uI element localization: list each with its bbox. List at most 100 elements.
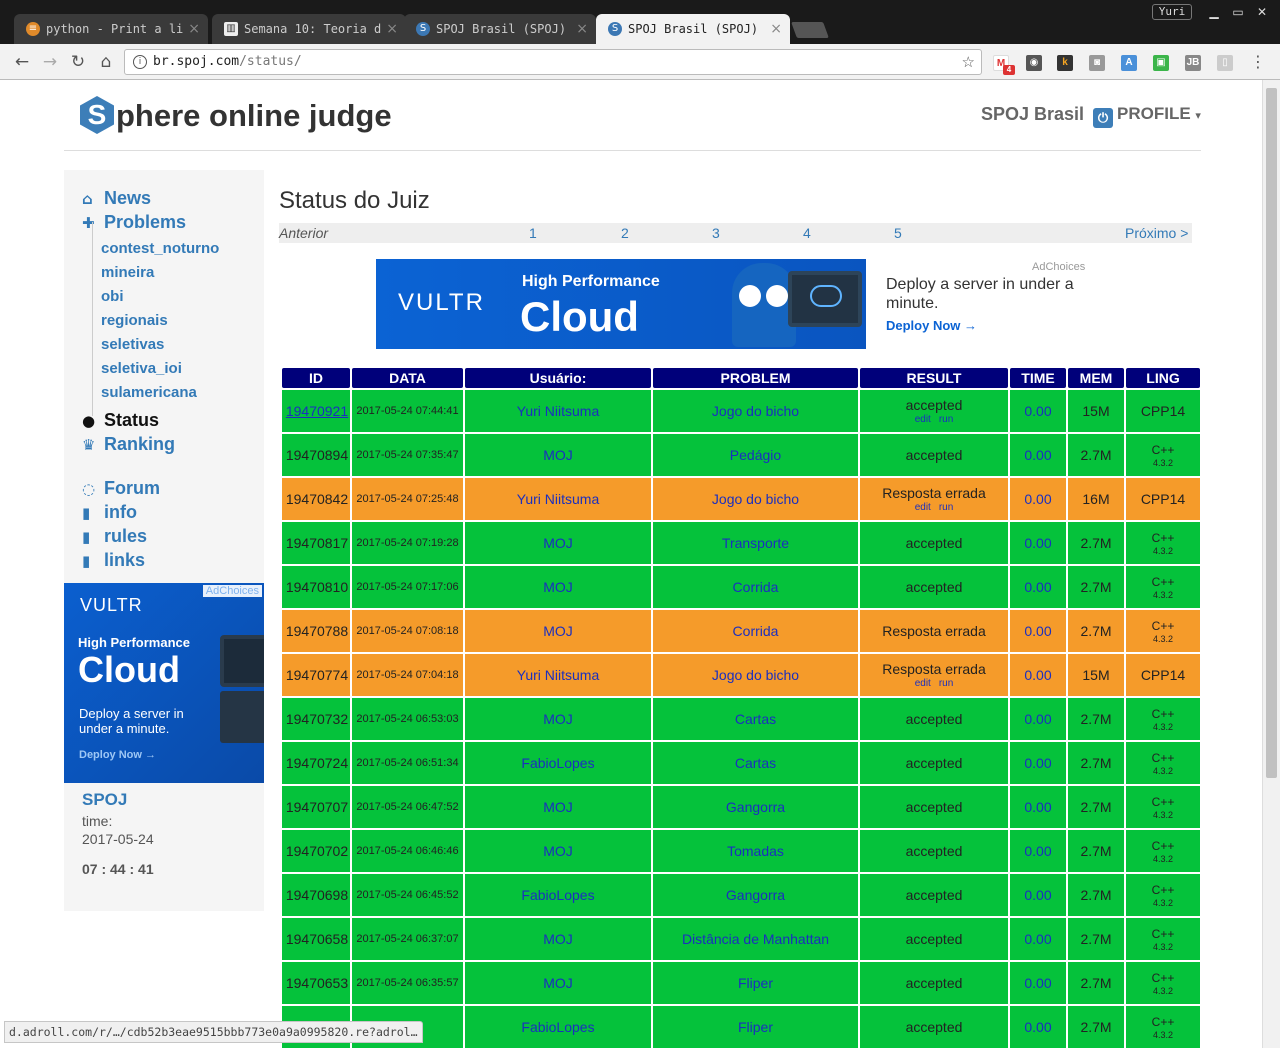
reload-icon[interactable]: ↻	[66, 50, 90, 74]
submission-id[interactable]: 19470698	[282, 874, 350, 916]
edit-link[interactable]: edit	[915, 502, 931, 513]
top-ad-banner[interactable]: VULTR High Performance Cloud AdChoices D…	[376, 259, 1104, 349]
edit-link[interactable]: edit	[915, 414, 931, 425]
submission-problem[interactable]: Cartas	[653, 742, 858, 784]
tab-spoj-active[interactable]: S SPOJ Brasil (SPOJ) ×	[596, 14, 790, 44]
submission-problem[interactable]: Pedágio	[653, 434, 858, 476]
maximize-icon[interactable]: ▭	[1228, 4, 1248, 20]
submission-id[interactable]: 19470707	[282, 786, 350, 828]
bookmark-star-icon[interactable]: ☆	[962, 50, 975, 74]
subnav-obi[interactable]: obi	[101, 288, 124, 305]
pager-page-4[interactable]: 4	[803, 225, 811, 241]
submission-user[interactable]: MOJ	[465, 786, 651, 828]
submission-id[interactable]: 19470788	[282, 610, 350, 652]
submission-user[interactable]: MOJ	[465, 610, 651, 652]
submission-problem[interactable]: Gangorra	[653, 874, 858, 916]
translate-icon[interactable]: A	[1121, 55, 1137, 71]
submission-id[interactable]: 19470774	[282, 654, 350, 696]
address-bar[interactable]: i br.spoj.com/status/ ☆	[124, 49, 982, 75]
run-link[interactable]: run	[939, 502, 953, 513]
edit-link[interactable]: edit	[915, 678, 931, 689]
nav-problems[interactable]: ✚ Problems	[82, 212, 186, 233]
submission-id[interactable]: 19470921	[282, 390, 350, 432]
submission-id[interactable]: 19470732	[282, 698, 350, 740]
tab-spoj-1[interactable]: S SPOJ Brasil (SPOJ) ×	[404, 14, 596, 44]
close-icon[interactable]: ×	[770, 14, 782, 44]
new-tab-button[interactable]	[791, 22, 829, 38]
close-icon[interactable]: ×	[386, 14, 398, 44]
submission-user[interactable]: FabioLopes	[465, 742, 651, 784]
close-icon[interactable]: ×	[576, 14, 588, 44]
run-link[interactable]: run	[939, 678, 953, 689]
tab-semana[interactable]: ▥ Semana 10: Teoria d ×	[212, 14, 406, 44]
run-link[interactable]: run	[939, 414, 953, 425]
sidebar-ad-banner[interactable]: AdChoices VULTR High Performance Cloud D…	[64, 583, 264, 783]
tab-python[interactable]: ≡ python - Print a li ×	[14, 14, 208, 44]
close-window-icon[interactable]: ✕	[1252, 4, 1272, 20]
adchoices-label[interactable]: AdChoices	[1032, 261, 1085, 273]
pager-page-2[interactable]: 2	[621, 225, 629, 241]
submission-problem[interactable]: Corrida	[653, 610, 858, 652]
submission-problem[interactable]: Fliper	[653, 1006, 858, 1048]
forward-icon[interactable]: →	[38, 50, 62, 74]
subnav-mineira[interactable]: mineira	[101, 264, 154, 281]
ad-cta[interactable]: Deploy Now →	[886, 318, 977, 333]
page-scrollbar[interactable]	[1262, 80, 1280, 1048]
submission-problem[interactable]: Tomadas	[653, 830, 858, 872]
submission-user[interactable]: MOJ	[465, 566, 651, 608]
profile-dropdown[interactable]: ⏻ PROFILE ▾	[1093, 104, 1201, 128]
pager-page-1[interactable]: 1	[529, 225, 537, 241]
document-extension-icon[interactable]: ▯	[1217, 55, 1233, 71]
subnav-seletivas[interactable]: seletivas	[101, 336, 164, 353]
submission-user[interactable]: MOJ	[465, 962, 651, 1004]
scrollbar-thumb[interactable]	[1266, 88, 1277, 778]
submission-problem[interactable]: Corrida	[653, 566, 858, 608]
submission-id[interactable]: 19470658	[282, 918, 350, 960]
submission-user[interactable]: MOJ	[465, 434, 651, 476]
home-icon[interactable]: ⌂	[94, 50, 118, 74]
pager-page-5[interactable]: 5	[894, 225, 902, 241]
subnav-contest-noturno[interactable]: contest_noturno	[101, 240, 219, 257]
submission-id[interactable]: 19470724	[282, 742, 350, 784]
submission-problem[interactable]: Jogo do bicho	[653, 478, 858, 520]
lightbulb-icon[interactable]: ◉	[1026, 55, 1042, 71]
submission-id[interactable]: 19470810	[282, 566, 350, 608]
nav-status[interactable]: ● Status	[82, 410, 159, 431]
submission-user[interactable]: Yuri Niitsuma	[465, 478, 651, 520]
nav-ranking[interactable]: ♛ Ranking	[82, 434, 175, 455]
submission-problem[interactable]: Distância de Manhattan	[653, 918, 858, 960]
submission-problem[interactable]: Jogo do bicho	[653, 390, 858, 432]
menu-icon[interactable]: ⋮	[1250, 52, 1266, 72]
submission-id[interactable]: 19470894	[282, 434, 350, 476]
submission-problem[interactable]: Fliper	[653, 962, 858, 1004]
submission-id[interactable]: 19470702	[282, 830, 350, 872]
submission-id[interactable]: 19470653	[282, 962, 350, 1004]
submission-id[interactable]: 19470817	[282, 522, 350, 564]
minimize-icon[interactable]: ▁	[1204, 4, 1224, 20]
camera-icon[interactable]: ◙	[1089, 55, 1105, 71]
nav-news[interactable]: ⌂ News	[82, 188, 151, 209]
submission-user[interactable]: FabioLopes	[465, 874, 651, 916]
submission-user[interactable]: MOJ	[465, 698, 651, 740]
submission-user[interactable]: MOJ	[465, 918, 651, 960]
back-icon[interactable]: ←	[10, 50, 34, 74]
submission-problem[interactable]: Gangorra	[653, 786, 858, 828]
submission-problem[interactable]: Cartas	[653, 698, 858, 740]
submission-user[interactable]: MOJ	[465, 830, 651, 872]
close-icon[interactable]: ×	[188, 14, 200, 44]
submission-user[interactable]: Yuri Niitsuma	[465, 390, 651, 432]
subnav-sulamericana[interactable]: sulamericana	[101, 384, 197, 401]
submission-user[interactable]: FabioLopes	[465, 1006, 651, 1048]
nav-forum[interactable]: ◌ Forum	[82, 478, 160, 499]
submission-problem[interactable]: Transporte	[653, 522, 858, 564]
submission-user[interactable]: Yuri Niitsuma	[465, 654, 651, 696]
info-icon[interactable]: i	[133, 55, 147, 69]
nav-links[interactable]: ▮ links	[82, 550, 145, 571]
submission-user[interactable]: MOJ	[465, 522, 651, 564]
tv-icon[interactable]: ▣	[1153, 55, 1169, 71]
spoj-brasil-link[interactable]: SPOJ Brasil	[981, 104, 1084, 125]
subnav-regionais[interactable]: regionais	[101, 312, 168, 329]
adchoices-label[interactable]: AdChoices	[202, 585, 262, 597]
pager-page-3[interactable]: 3	[712, 225, 720, 241]
subnav-seletiva-ioi[interactable]: seletiva_ioi	[101, 360, 182, 377]
